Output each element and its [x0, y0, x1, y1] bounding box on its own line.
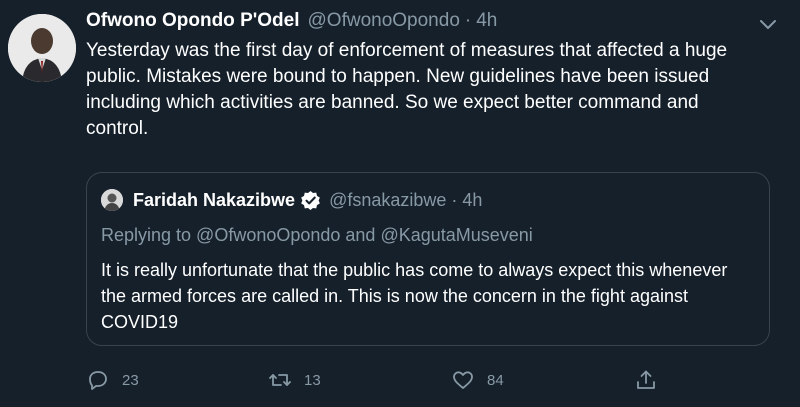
quoted-author-avatar [101, 189, 123, 211]
author-avatar[interactable] [8, 14, 76, 82]
quoted-author-handle: @fsnakazibwe [329, 189, 447, 210]
quoted-tweet-header: Faridah Nakazibwe @fsnakazibwe · 4h [101, 189, 482, 211]
tweet-header: Ofwono Opondo P'Odel @OfwonoOpondo · 4h [86, 8, 776, 34]
tweet-text: Yesterday was the first day of enforceme… [86, 40, 728, 139]
author-name[interactable]: Ofwono Opondo P'Odel [86, 8, 300, 34]
separator-dot: · [464, 10, 472, 31]
more-chevron-icon[interactable] [756, 12, 780, 36]
reply-icon [89, 371, 107, 390]
replying-to: Replying to @OfwonoOpondo and @KagutaMus… [101, 225, 533, 245]
verified-badge-icon [300, 190, 321, 211]
like-icon [453, 371, 473, 389]
retweet-count: 13 [304, 371, 321, 389]
quoted-timestamp: 4h [462, 189, 483, 210]
share-icon [637, 370, 655, 389]
quoted-tweet[interactable]: Faridah Nakazibwe @fsnakazibwe · 4h Repl… [86, 172, 770, 346]
tweet-card[interactable]: Ofwono Opondo P'Odel @OfwonoOpondo · 4h … [0, 0, 800, 407]
like-button[interactable]: 84 [451, 368, 504, 392]
author-handle[interactable]: @OfwonoOpondo [308, 8, 460, 34]
retweet-button[interactable]: 13 [268, 368, 321, 392]
reply-count: 23 [122, 371, 139, 389]
tweet-timestamp[interactable]: 4h [476, 8, 497, 34]
tweet-actions: 23 13 84 [86, 368, 686, 398]
quoted-tweet-text: It is really unfortunate that the public… [101, 260, 728, 332]
separator-dot: · [451, 189, 458, 210]
reply-button[interactable]: 23 [86, 368, 139, 392]
tweet-body: Ofwono Opondo P'Odel @OfwonoOpondo · 4h … [86, 8, 776, 142]
like-count: 84 [487, 371, 504, 389]
share-button[interactable] [634, 368, 658, 392]
retweet-icon [269, 374, 291, 386]
quoted-author-name: Faridah Nakazibwe [133, 189, 296, 210]
